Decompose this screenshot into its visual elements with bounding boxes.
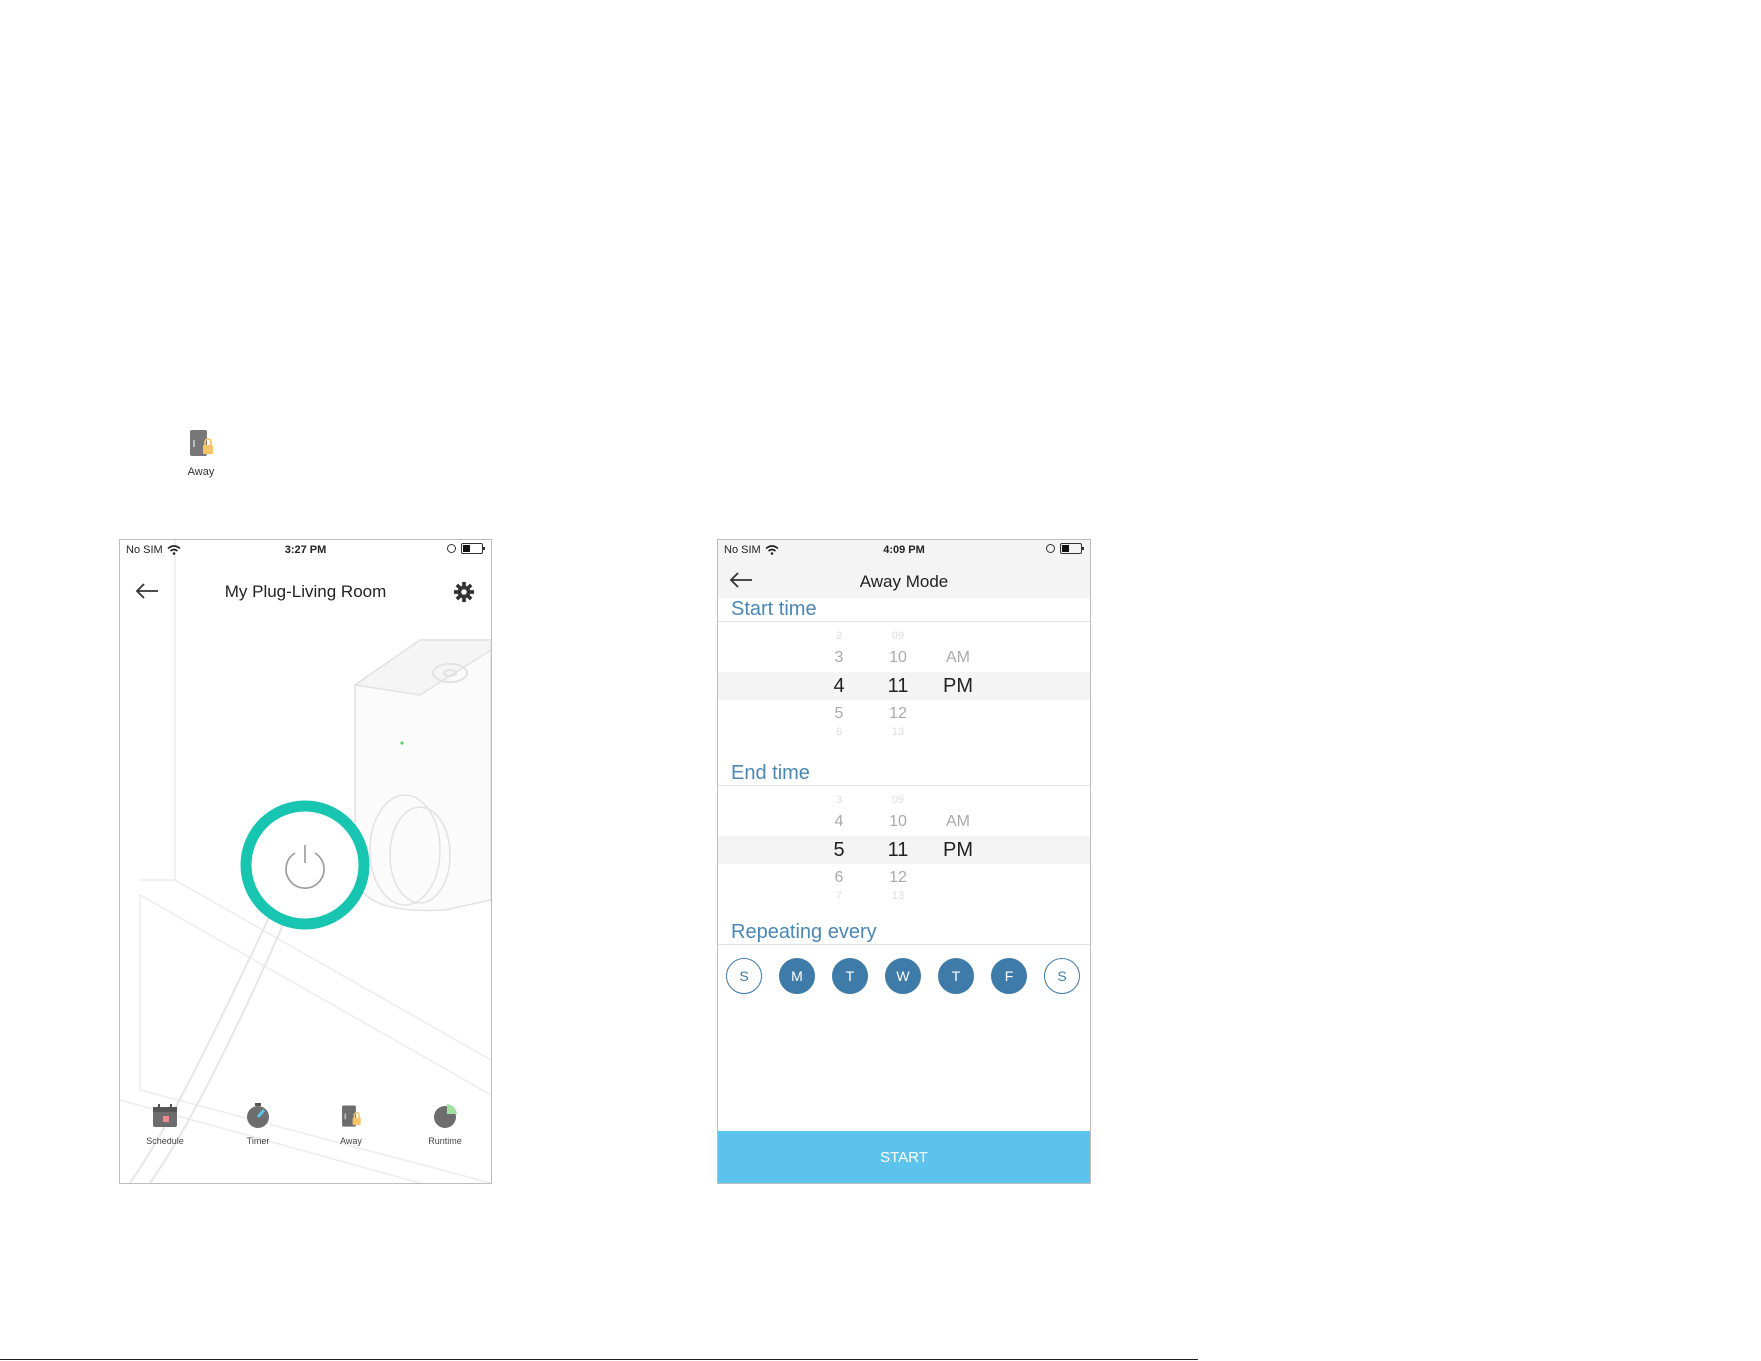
battery-icon	[461, 543, 485, 554]
hour-option: 6	[835, 726, 843, 738]
minute-selected: 11	[887, 839, 909, 861]
minute-option: 09	[891, 630, 905, 642]
battery-icon	[1060, 543, 1084, 554]
away-icon	[342, 1105, 361, 1127]
minute-option: 10	[889, 649, 907, 666]
minute-option: 10	[889, 813, 907, 830]
nav-schedule-label: Schedule	[146, 1136, 184, 1146]
page-bottom-rule	[0, 1359, 1198, 1360]
pie-chart-icon	[434, 1104, 457, 1128]
start-time-heading: Start time	[731, 598, 817, 620]
ampm-selected: PM	[943, 675, 973, 697]
repeating-heading: Repeating every	[731, 921, 877, 943]
plug-home-screen: No SIM 3:27 PM My Plug-Living Room Sched…	[119, 539, 492, 1184]
minute-option: 12	[889, 705, 907, 722]
orientation-lock-icon	[447, 544, 456, 553]
ampm-selected: PM	[943, 839, 973, 861]
away-mode-screen: No SIM 4:09 PM Away Mode Start time 2 3 …	[717, 539, 1091, 1184]
day-toggle[interactable]: F	[991, 958, 1027, 994]
hour-option: 7	[835, 890, 843, 902]
day-toggle[interactable]: T	[938, 958, 974, 994]
hour-option: 3	[834, 649, 844, 666]
away-feature-icon: Away	[176, 427, 226, 478]
minute-selected: 11	[887, 675, 909, 697]
minute-option: 13	[891, 890, 905, 902]
hour-selected: 4	[833, 675, 845, 697]
stopwatch-icon	[247, 1103, 269, 1128]
start-button[interactable]: START	[718, 1131, 1090, 1183]
nav-runtime[interactable]: Runtime	[415, 1103, 475, 1146]
day-toggle[interactable]: M	[779, 958, 815, 994]
ampm-option: AM	[946, 813, 970, 830]
day-toggle[interactable]: W	[885, 958, 921, 994]
status-time: 3:27 PM	[284, 544, 327, 556]
away-icon	[190, 430, 213, 456]
nav-runtime-label: Runtime	[428, 1136, 462, 1146]
status-bar: No SIM 3:27 PM	[120, 540, 491, 562]
divider	[718, 785, 1090, 786]
hour-selected: 5	[833, 839, 845, 861]
gear-icon[interactable]	[453, 581, 475, 603]
day-toggle[interactable]: S	[726, 958, 762, 994]
end-time-picker[interactable]: 3 4 5 6 7 09 10 11 12 13 AM PM	[718, 790, 1090, 902]
app-header: Away Mode	[718, 562, 1090, 598]
ampm-option: AM	[946, 649, 970, 666]
nav-away[interactable]: Away	[321, 1103, 381, 1146]
app-header: My Plug-Living Room	[120, 570, 491, 610]
status-time: 4:09 PM	[883, 544, 925, 556]
nav-away-label: Away	[340, 1136, 362, 1146]
page-title: Away Mode	[859, 572, 949, 591]
away-feature-label: Away	[187, 466, 215, 478]
day-toggle[interactable]: S	[1044, 958, 1080, 994]
divider	[718, 944, 1090, 945]
hour-option: 6	[834, 869, 844, 886]
minute-option: 12	[889, 869, 907, 886]
hour-option: 2	[835, 630, 843, 642]
minute-option: 09	[891, 794, 905, 806]
nav-timer[interactable]: Timer	[228, 1103, 288, 1146]
hour-option: 3	[835, 794, 843, 806]
start-time-picker[interactable]: 2 3 4 5 6 09 10 11 12 13 AM PM	[718, 626, 1090, 738]
divider	[718, 621, 1090, 622]
page-title: My Plug-Living Room	[224, 582, 387, 601]
bottom-feature-bar: Schedule Timer Away Runtime	[120, 1103, 491, 1153]
status-bar: No SIM 4:09 PM	[718, 540, 1090, 562]
end-time-heading: End time	[731, 762, 810, 784]
calendar-icon	[153, 1104, 177, 1127]
orientation-lock-icon	[1046, 544, 1055, 553]
power-toggle-button[interactable]	[237, 797, 373, 933]
nav-timer-label: Timer	[246, 1136, 270, 1146]
hour-option: 5	[834, 705, 844, 722]
day-toggle[interactable]: T	[832, 958, 868, 994]
nav-schedule[interactable]: Schedule	[135, 1103, 195, 1146]
minute-option: 13	[891, 726, 905, 738]
hour-option: 4	[834, 813, 844, 830]
